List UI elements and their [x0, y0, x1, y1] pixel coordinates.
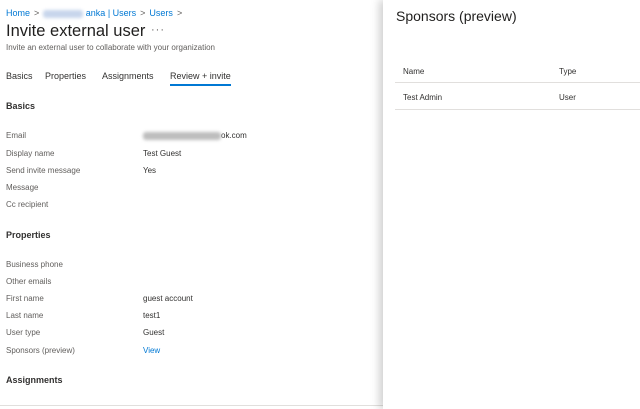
field-value-send-invite: Yes: [143, 166, 157, 175]
page-subtitle: Invite an external user to collaborate w…: [6, 43, 216, 52]
field-value-last-name: test1: [143, 311, 161, 320]
breadcrumb-chevron-icon: >: [176, 8, 183, 18]
field-value-display-name: Test Guest: [143, 149, 182, 158]
column-header-name[interactable]: Name: [403, 67, 424, 76]
field-label-last-name: Last name: [6, 311, 44, 320]
field-value-first-name: guest account: [143, 294, 193, 303]
field-label-display-name: Display name: [6, 149, 55, 158]
panel-title: Sponsors (preview): [396, 8, 517, 24]
field-label-email: Email: [6, 131, 27, 140]
footer-divider: [0, 405, 383, 406]
field-value-user-type: Guest: [143, 328, 165, 337]
page-title: Invite external user: [6, 22, 146, 40]
tab-review-invite[interactable]: Review + invite: [170, 71, 231, 86]
field-label-cc-recipient: Cc recipient: [6, 200, 49, 209]
breadcrumb-home[interactable]: Home: [6, 8, 30, 18]
header-divider: [395, 82, 640, 83]
field-label-sponsors: Sponsors (preview): [6, 346, 75, 355]
field-label-first-name: First name: [6, 294, 44, 303]
redacted-email: [143, 131, 221, 140]
field-value-email: ok.com: [143, 131, 247, 140]
section-properties-heading: Properties: [6, 230, 51, 240]
field-label-user-type: User type: [6, 328, 41, 337]
breadcrumb-tenant-users[interactable]: anka | Users: [86, 8, 136, 18]
more-options-icon[interactable]: ···: [151, 24, 165, 36]
sponsor-name: Test Admin: [403, 93, 443, 102]
section-basics-heading: Basics: [6, 101, 36, 111]
sponsors-panel: Sponsors (preview) Name Type Test Admin …: [383, 0, 640, 409]
invite-blade: Home > anka | Users > Users > Invite externa…: [0, 0, 383, 409]
tab-basics[interactable]: Basics: [6, 71, 33, 81]
breadcrumb-chevron-icon: >: [140, 8, 146, 18]
field-label-business-phone: Business phone: [6, 260, 63, 269]
row-divider: [395, 109, 640, 110]
field-label-send-invite: Send invite message: [6, 166, 81, 175]
tab-assignments[interactable]: Assignments: [102, 71, 154, 81]
sponsors-view-link[interactable]: View: [143, 346, 160, 355]
breadcrumb-chevron-icon: >: [34, 8, 40, 18]
field-label-message: Message: [6, 183, 39, 192]
breadcrumb-users[interactable]: Users: [149, 8, 173, 18]
sponsor-type: User: [559, 93, 576, 102]
column-header-type[interactable]: Type: [559, 67, 576, 76]
redacted-tenant-name: [43, 9, 84, 18]
field-label-other-emails: Other emails: [6, 277, 52, 286]
section-assignments-heading: Assignments: [6, 375, 63, 385]
breadcrumb: Home > anka | Users > Users >: [6, 8, 186, 18]
tab-properties[interactable]: Properties: [45, 71, 86, 81]
